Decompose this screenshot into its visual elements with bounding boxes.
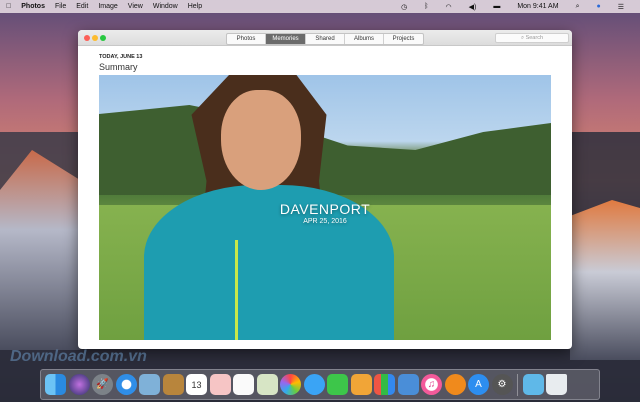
spotlight-icon[interactable]: ⌕ <box>576 3 580 11</box>
clock[interactable]: Mon 9:41 AM <box>517 3 558 10</box>
menu-help[interactable]: Help <box>188 3 202 10</box>
tab-photos[interactable]: Photos <box>227 34 266 44</box>
launchpad-icon[interactable]: 🚀 <box>92 374 113 395</box>
itunes-icon[interactable]: ♫ <box>421 374 442 395</box>
volume-icon[interactable]: ◀) <box>469 3 477 11</box>
close-button[interactable] <box>84 35 90 41</box>
siri-icon[interactable]: ● <box>596 3 600 10</box>
view-tabs: Photos Memories Shared Albums Projects <box>226 33 424 45</box>
search-placeholder: Search <box>525 35 544 41</box>
menu-bar:  Photos File Edit Image View Window Hel… <box>0 0 640 13</box>
downloads-folder-icon[interactable] <box>522 374 544 395</box>
menu-view[interactable]: View <box>128 3 143 10</box>
tab-shared[interactable]: Shared <box>306 34 345 44</box>
section-title: Summary <box>99 62 138 72</box>
menu-window[interactable]: Window <box>153 3 178 10</box>
calendar-day: 13 <box>191 379 202 390</box>
app-store-icon[interactable]: A <box>468 374 489 395</box>
wallpaper-mountain-right <box>570 200 640 360</box>
maps-icon[interactable] <box>256 374 278 395</box>
time-machine-icon[interactable]: ◷ <box>401 3 407 11</box>
numbers-icon[interactable] <box>374 374 395 395</box>
safari-icon[interactable] <box>115 374 137 395</box>
siri-icon[interactable] <box>68 374 90 395</box>
dock: 🚀 13 ♫ A ⚙ <box>40 369 600 400</box>
photos-window: Photos Memories Shared Albums Projects ⌕… <box>78 30 572 349</box>
keynote-icon[interactable] <box>397 374 419 395</box>
notes-icon[interactable] <box>209 374 231 395</box>
wifi-icon[interactable]: ◠ <box>445 3 451 11</box>
memory-title: DAVENPORT <box>279 201 371 217</box>
calendar-icon[interactable]: 13 <box>186 374 207 395</box>
menu-image[interactable]: Image <box>98 3 117 10</box>
photo-subject-face <box>221 90 301 190</box>
messages-icon[interactable] <box>303 374 325 395</box>
contacts-icon[interactable] <box>162 374 184 395</box>
memory-cover-photo[interactable]: DAVENPORT APR 25, 2016 <box>99 75 551 340</box>
menu-edit[interactable]: Edit <box>76 3 88 10</box>
trash-icon[interactable] <box>546 374 567 395</box>
tab-memories[interactable]: Memories <box>266 34 306 44</box>
memory-date: APR 25, 2016 <box>303 218 347 225</box>
reminders-icon[interactable] <box>233 374 254 395</box>
tab-albums[interactable]: Albums <box>345 34 384 44</box>
zoom-button[interactable] <box>100 35 106 41</box>
watermark: Download.com.vn <box>10 348 147 365</box>
photos-icon[interactable] <box>280 374 301 395</box>
search-input[interactable]: ⌕ Search <box>495 33 569 43</box>
preview-icon[interactable] <box>139 374 160 395</box>
finder-icon[interactable] <box>45 374 66 395</box>
bluetooth-icon[interactable]: ᛒ <box>424 3 428 10</box>
ibooks-icon[interactable] <box>444 374 466 395</box>
minimize-button[interactable] <box>92 35 98 41</box>
tab-projects[interactable]: Projects <box>384 34 423 44</box>
pages-icon[interactable] <box>350 374 372 395</box>
menu-file[interactable]: File <box>55 3 66 10</box>
toolbar: Photos Memories Shared Albums Projects ⌕… <box>78 30 572 46</box>
notification-center-icon[interactable]: ☰ <box>618 3 624 11</box>
apple-menu-icon[interactable]:  <box>6 3 11 10</box>
battery-icon[interactable]: ▬ <box>493 3 500 10</box>
photo-subject-zipper <box>235 240 238 340</box>
wallpaper-mountain-left <box>0 150 80 350</box>
dock-separator <box>517 373 518 396</box>
menu-app-name[interactable]: Photos <box>21 3 45 10</box>
facetime-icon[interactable] <box>327 374 348 395</box>
system-preferences-icon[interactable]: ⚙ <box>491 374 513 395</box>
date-heading: TODAY, JUNE 13 <box>99 54 143 60</box>
